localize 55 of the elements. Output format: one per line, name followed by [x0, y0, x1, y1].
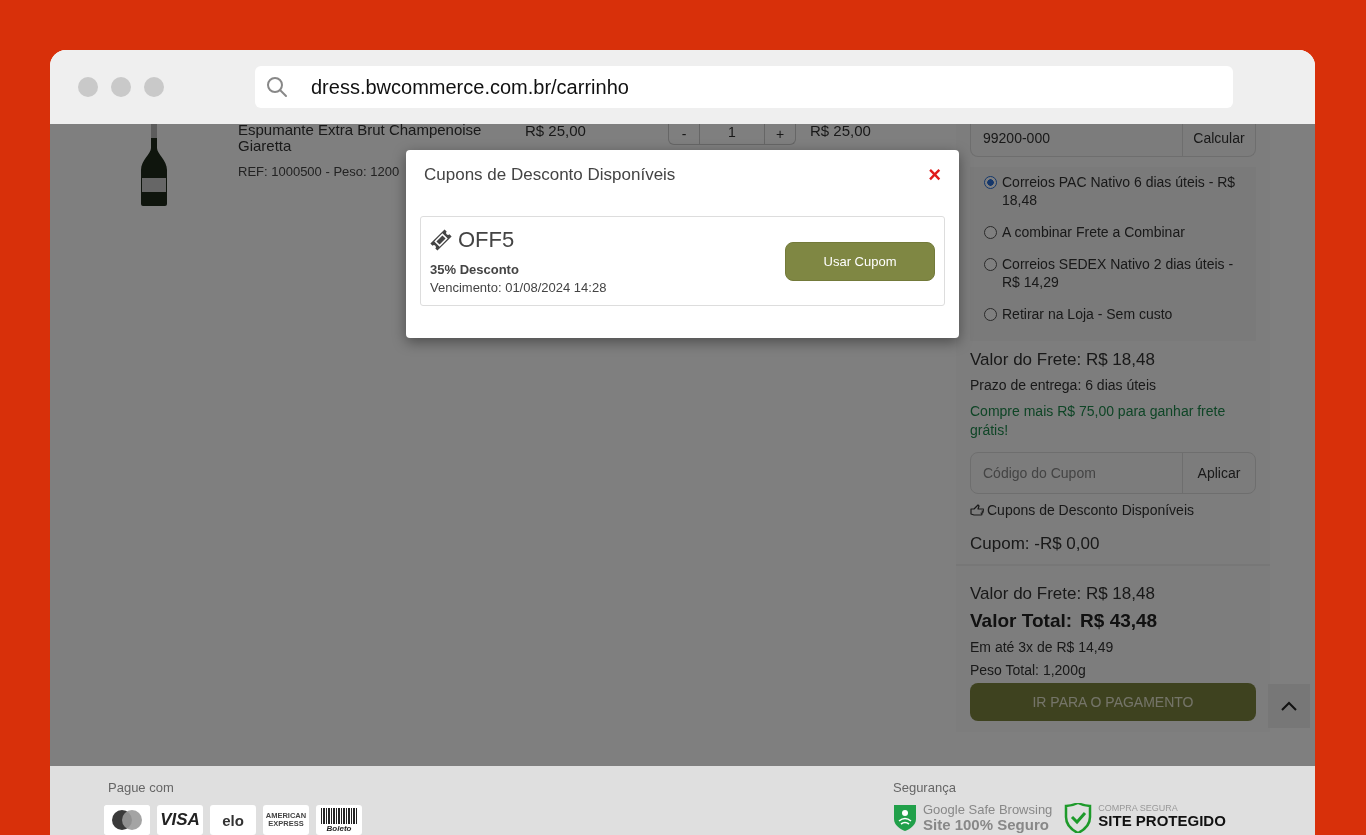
search-icon: [266, 76, 288, 98]
badge-subtitle: Site 100% Seguro: [923, 817, 1049, 833]
product-total: R$ 25,00: [810, 124, 871, 139]
window-control-dot[interactable]: [78, 77, 98, 97]
delivery-time: Prazo de entrega: 6 dias úteis: [970, 377, 1157, 393]
total-label: Valor Total:: [970, 610, 1073, 632]
free-shipping-note: Compre mais R$ 75,00 para ganhar frete grátis!: [970, 402, 1227, 440]
pointing-hand-icon: [970, 504, 984, 516]
shield-icon: [1064, 803, 1093, 833]
radio-button[interactable]: [984, 308, 997, 321]
url-text: dress.bwcommerce.com.br/carrinho: [311, 75, 629, 99]
use-coupon-button[interactable]: Usar Cupom: [785, 241, 935, 281]
radio-button[interactable]: [984, 258, 997, 271]
shield-icon: [893, 803, 917, 831]
coupon-code: OFF5: [458, 227, 515, 253]
quantity-field[interactable]: 1: [699, 124, 765, 144]
available-coupons-link[interactable]: Cupons de Desconto Disponíveis: [987, 502, 1194, 518]
badge-title: COMPRA SEGURA: [1098, 803, 1179, 813]
checkout-button[interactable]: IR PARA O PAGAMENTO: [970, 683, 1256, 721]
total-weight: Peso Total: 1,200g: [970, 662, 1087, 678]
freight-value: Valor do Frete: R$ 18,48: [970, 350, 1156, 370]
window-control-dot[interactable]: [111, 77, 131, 97]
decrement-button[interactable]: -: [669, 124, 699, 144]
shipping-option-label[interactable]: A combinar Frete a Combinar: [1002, 223, 1242, 241]
total-value: R$ 43,48: [1080, 610, 1158, 632]
close-button[interactable]: ×: [928, 165, 941, 185]
product-price: R$ 25,00: [525, 124, 587, 139]
ticket-icon: [430, 229, 452, 251]
coupon-expiry: Vencimento: 01/08/2024 14:28: [430, 280, 607, 295]
modal-title: Cupons de Desconto Disponíveis: [424, 165, 676, 185]
badge-title: Google Safe Browsing: [923, 803, 1053, 817]
card-logo: VISA: [157, 805, 203, 835]
badge-subtitle: SITE PROTEGIDO: [1098, 813, 1226, 829]
card-logo: elo: [210, 805, 256, 835]
boleto-logo: Boleto: [316, 805, 362, 835]
security-label: Segurança: [893, 780, 957, 795]
coupon-discount: Cupom: -R$ 0,00: [970, 534, 1101, 554]
shipping-option-label[interactable]: Retirar na Loja - Sem custo: [1002, 305, 1242, 323]
installments: Em até 3x de R$ 14,49: [970, 639, 1115, 655]
shipping-option-label[interactable]: Correios SEDEX Nativo 2 dias úteis - R$ 14,29: [1002, 255, 1242, 291]
radio-button[interactable]: [984, 176, 997, 189]
address-bar[interactable]: dress.bwcommerce.com.br/carrinho: [255, 66, 1233, 108]
radio-button[interactable]: [984, 226, 997, 239]
increment-button[interactable]: +: [765, 124, 795, 144]
apply-button[interactable]: Aplicar: [1182, 453, 1255, 493]
product-name[interactable]: Espumante Extra Brut Champenoise Giaretta: [238, 124, 525, 154]
scroll-top-button[interactable]: [1268, 684, 1310, 728]
window-control-dot[interactable]: [144, 77, 164, 97]
coupon-discount-text: 35% Desconto: [430, 262, 520, 277]
chevron-up-icon: [1281, 701, 1297, 711]
shipping-option-label[interactable]: Correios PAC Nativo 6 dias úteis - R$ 18,48: [1002, 173, 1242, 209]
freight-value: Valor do Frete: R$ 18,48: [970, 584, 1156, 604]
product-ref: REF: 1000500 - Peso: 1200: [238, 164, 400, 179]
coupon-code-field[interactable]: Código do Cupom Aplicar: [970, 452, 1256, 494]
payment-label: Pague com: [108, 780, 175, 795]
